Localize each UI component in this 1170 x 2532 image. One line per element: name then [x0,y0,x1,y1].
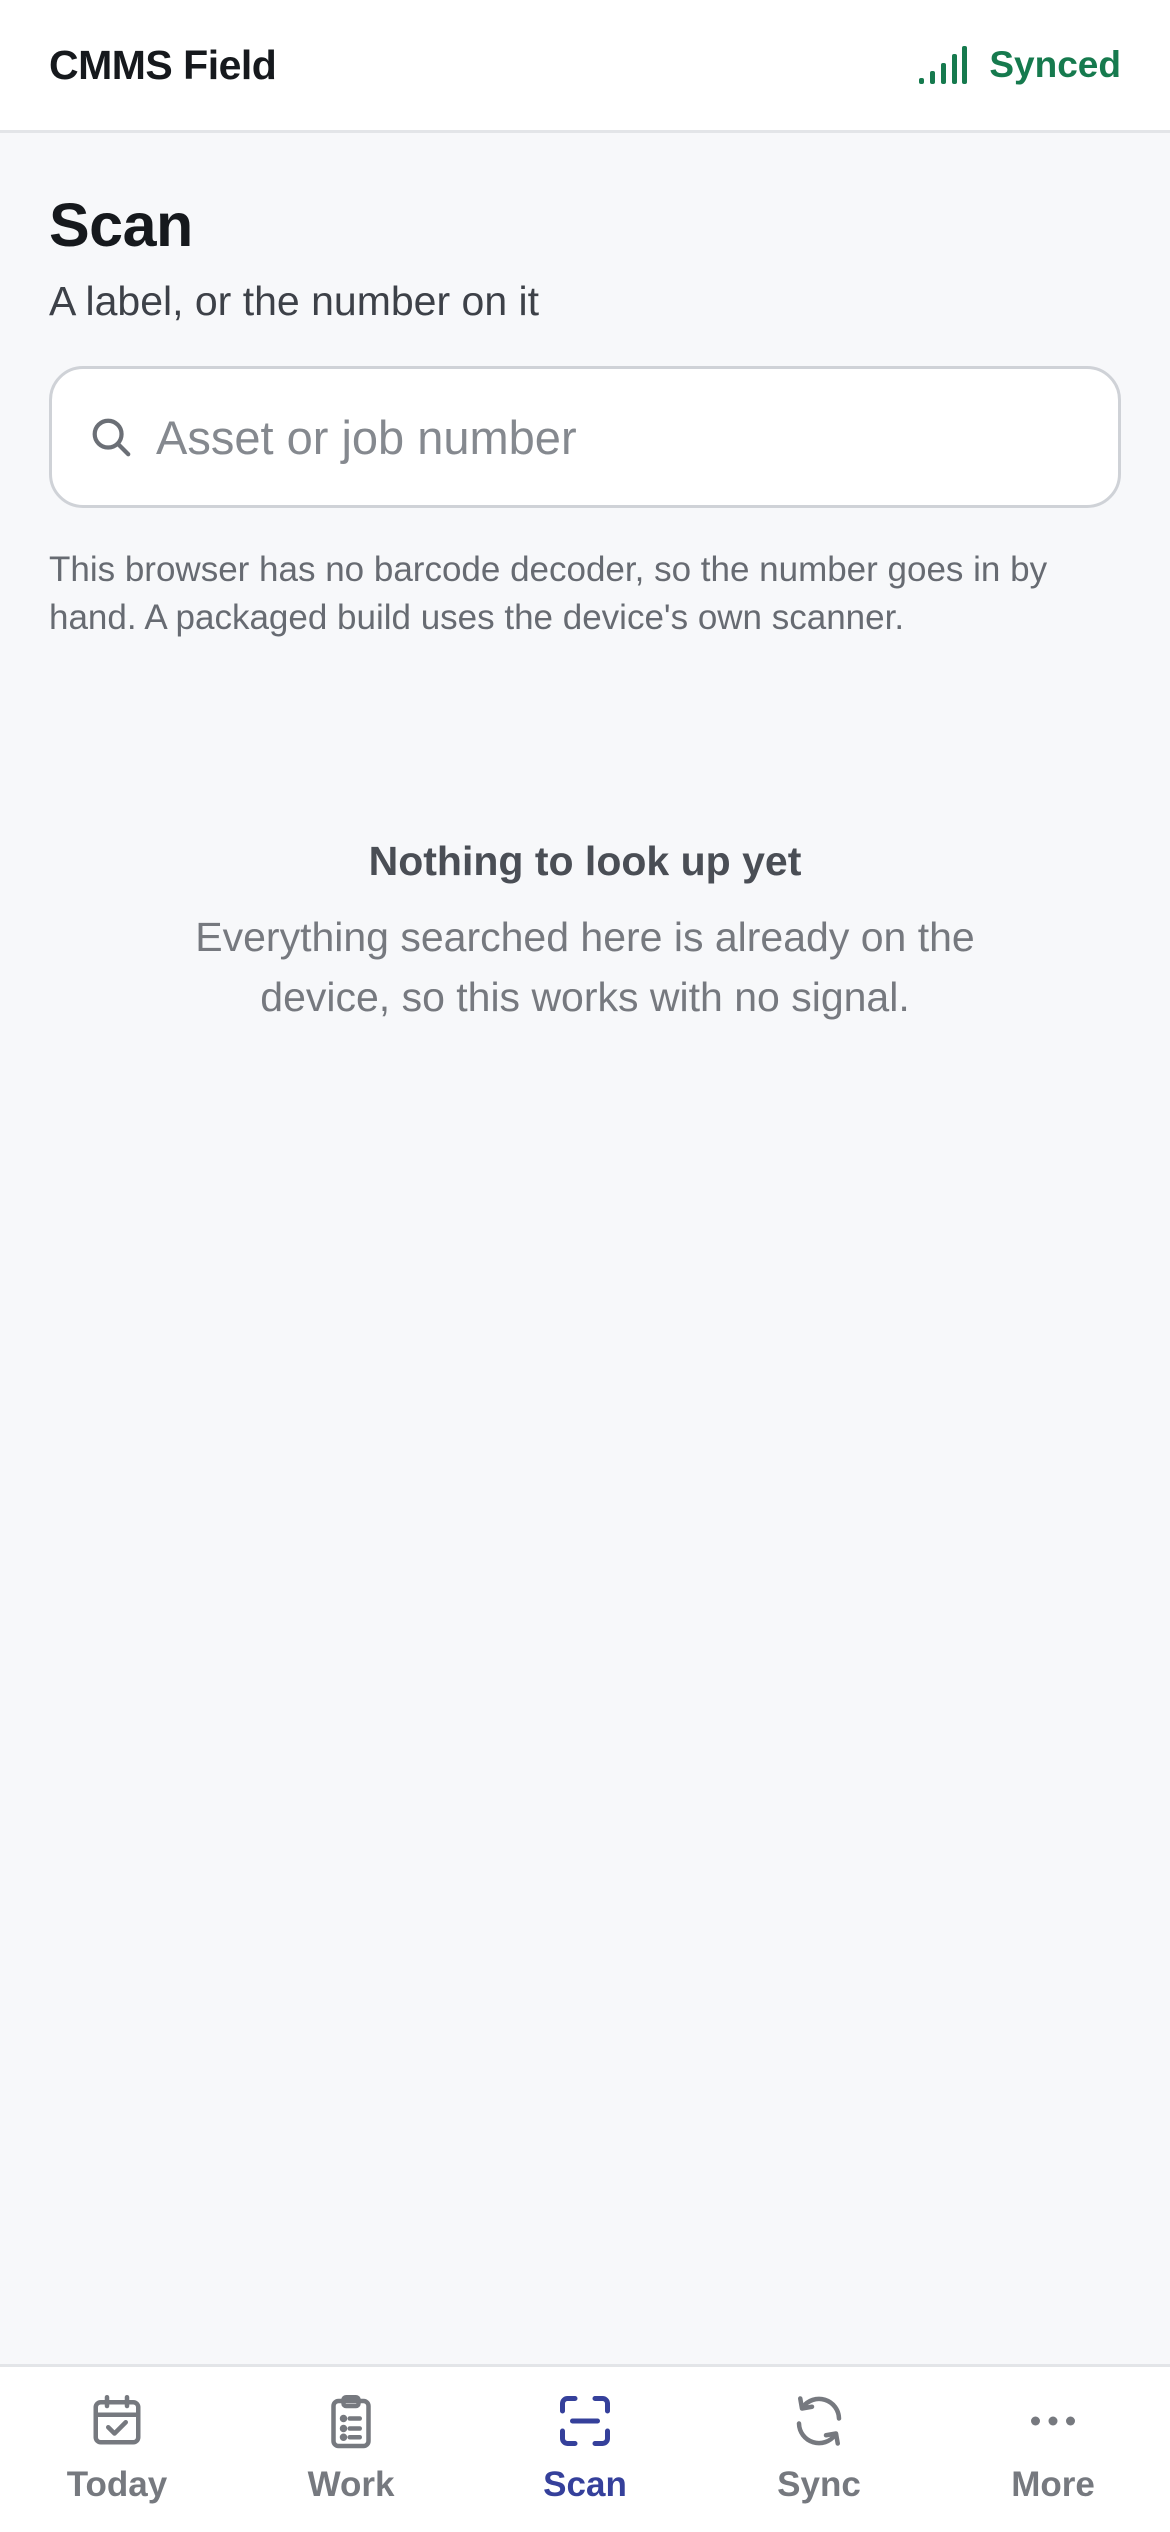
app-header: CMMS Field Synced [0,0,1170,133]
search-field[interactable] [49,366,1121,509]
nav-label-work: Work [307,2465,395,2504]
bottom-nav: Today Work Scan Sync More [0,2364,1170,2532]
page-title: Scan [49,191,193,259]
nav-item-work[interactable]: Work [234,2367,468,2532]
clipboard-list-icon [331,2395,371,2449]
search-icon [92,418,131,457]
page-subtitle: A label, or the number on it [49,278,540,325]
signal-bars-icon [919,46,968,84]
calendar-check-icon [93,2395,141,2445]
app-screen: CMMS Field Synced Scan A label, or the n… [0,0,1170,2532]
nav-item-sync[interactable]: Sync [702,2367,936,2532]
nav-label-more: More [1011,2465,1095,2504]
search-input[interactable] [156,409,1082,465]
scan-page: Scan A label, or the number on it This b… [0,136,1170,1027]
scan-frame-icon [560,2396,610,2446]
empty-state-title: Nothing to look up yet [368,838,802,885]
nav-item-today[interactable]: Today [0,2367,234,2532]
refresh-icon [796,2396,842,2446]
empty-state: Nothing to look up yet Everything search… [49,838,1121,1027]
nav-item-scan[interactable]: Scan [468,2367,702,2532]
empty-state-description: Everything searched here is already on t… [195,914,975,1021]
more-dots-icon [1031,2416,1075,2426]
nav-label-scan: Scan [543,2465,627,2504]
nav-item-more[interactable]: More [936,2367,1170,2532]
app-title: CMMS Field [49,41,277,88]
nav-label-today: Today [66,2465,168,2504]
nav-label-sync: Sync [777,2465,861,2504]
helper-text: This browser has no barcode decoder, so … [49,550,1048,638]
sync-status[interactable]: Synced [919,44,1121,86]
sync-status-label: Synced [989,44,1121,85]
